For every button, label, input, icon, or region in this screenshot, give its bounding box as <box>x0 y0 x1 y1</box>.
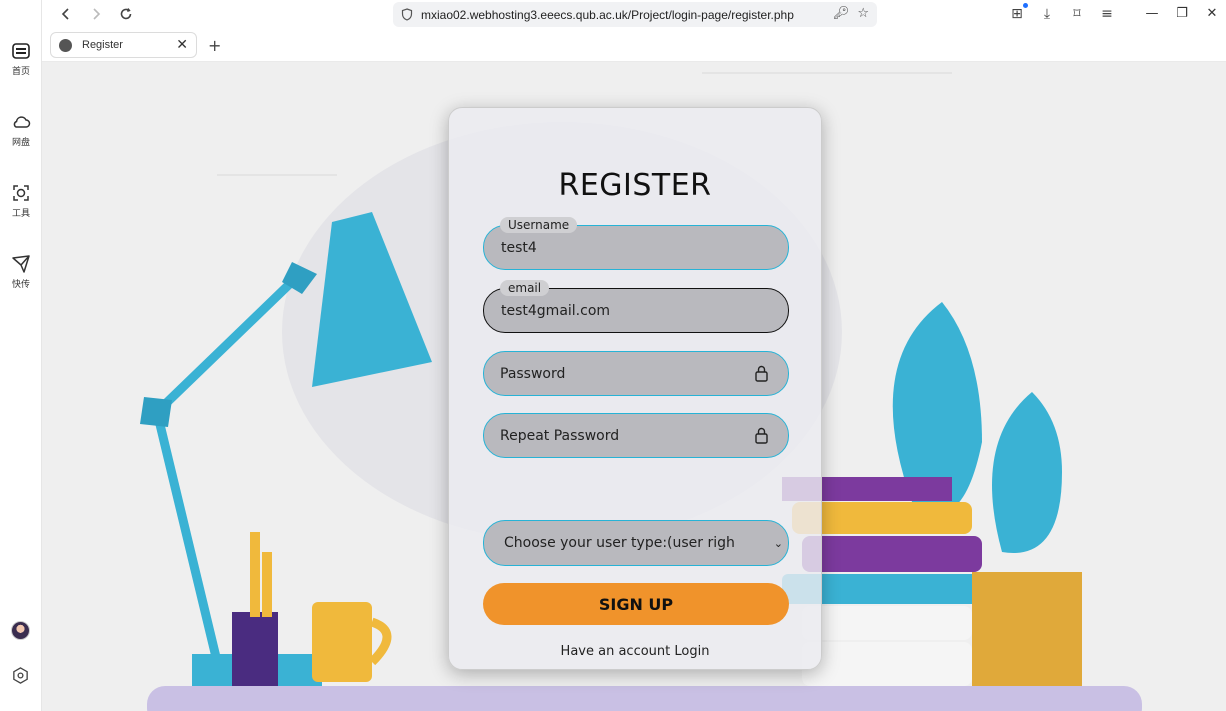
cloud-icon <box>13 116 31 128</box>
restore-icon[interactable]: ❐ <box>1174 4 1190 22</box>
email-value: test4gmail.com <box>501 303 611 319</box>
wall-decoration <box>702 72 952 74</box>
close-window-icon[interactable]: ✕ <box>1204 4 1220 22</box>
desk-surface <box>147 686 1142 711</box>
chevron-down-icon: ⌄ <box>773 537 783 550</box>
bookmark-icon[interactable]: ⌑ <box>1068 5 1086 23</box>
login-link[interactable]: Have an account Login <box>449 644 821 659</box>
page-background: REGISTER Username test4 email test4gmail… <box>42 62 1226 711</box>
avatar[interactable] <box>11 621 30 640</box>
email-label: email <box>500 280 550 296</box>
shield-icon <box>401 8 413 21</box>
sidebar-item-label: 工具 <box>11 209 30 219</box>
star-icon[interactable]: ☆ <box>857 6 869 21</box>
browser-toolbar: mxiao02.webhosting3.eeecs.qub.ac.uk/Proj… <box>42 0 1226 28</box>
user-type-value: Choose your user type:(user right of <box>504 535 734 551</box>
menu-icon[interactable]: ≡ <box>1098 5 1116 23</box>
home-icon <box>12 43 30 59</box>
reload-button[interactable] <box>116 4 136 24</box>
username-field[interactable]: Username test4 <box>483 217 789 270</box>
email-field[interactable]: email test4gmail.com <box>483 280 789 333</box>
sidebar-item-label: 快传 <box>11 280 30 290</box>
sidebar-item-home[interactable]: 首页 <box>0 41 42 77</box>
apps-icon[interactable]: ⊞ <box>1008 3 1028 23</box>
chevron-right-icon <box>93 8 101 20</box>
password-placeholder: Password <box>500 366 566 382</box>
notification-dot <box>1023 3 1028 8</box>
lock-icon <box>755 427 768 444</box>
send-icon <box>12 255 30 273</box>
settings-icon[interactable] <box>11 666 30 685</box>
pencil-cup-illustration <box>232 532 392 690</box>
username-value: test4 <box>501 240 537 256</box>
lock-icon <box>755 365 768 382</box>
repeat-password-placeholder: Repeat Password <box>500 428 620 444</box>
sidebar-item-tools[interactable]: 工具 <box>0 183 42 219</box>
chevron-left-icon <box>61 8 69 20</box>
key-icon[interactable]: 🔑︎ <box>833 6 850 21</box>
sidebar-item-send[interactable]: 快传 <box>0 254 42 290</box>
app-sidebar: 首页 网盘 工具 快传 <box>0 0 42 711</box>
register-card: REGISTER Username test4 email test4gmail… <box>448 107 822 670</box>
user-type-select[interactable]: Choose your user type:(user right of ⌄ <box>483 520 789 566</box>
books-plant-illustration <box>782 302 1082 686</box>
forward-button[interactable] <box>86 4 106 24</box>
tab-title: Register <box>82 39 123 51</box>
new-tab-button[interactable]: + <box>208 36 221 55</box>
back-button[interactable] <box>56 4 76 24</box>
address-bar[interactable]: mxiao02.webhosting3.eeecs.qub.ac.uk/Proj… <box>393 2 877 27</box>
download-icon[interactable]: ⤓ <box>1038 5 1056 23</box>
globe-icon <box>59 38 72 52</box>
sidebar-item-label: 网盘 <box>11 138 30 148</box>
tools-icon <box>13 185 29 201</box>
url-text: mxiao02.webhosting3.eeecs.qub.ac.uk/Proj… <box>421 7 794 22</box>
minimize-icon[interactable]: — <box>1144 4 1160 22</box>
page-title: REGISTER <box>558 168 712 203</box>
signup-button[interactable]: SIGN UP <box>483 583 789 625</box>
wall-decoration <box>217 174 337 176</box>
reload-icon <box>120 8 132 20</box>
password-field[interactable]: Password <box>483 351 789 396</box>
close-tab-icon[interactable]: ✕ <box>176 37 188 53</box>
tab-bar: Register ✕ + <box>42 28 1226 62</box>
tab-register[interactable]: Register ✕ <box>50 32 197 58</box>
repeat-password-field[interactable]: Repeat Password <box>483 413 789 458</box>
sidebar-item-cloud[interactable]: 网盘 <box>0 112 42 148</box>
sidebar-item-label: 首页 <box>11 67 30 77</box>
username-label: Username <box>500 217 578 233</box>
